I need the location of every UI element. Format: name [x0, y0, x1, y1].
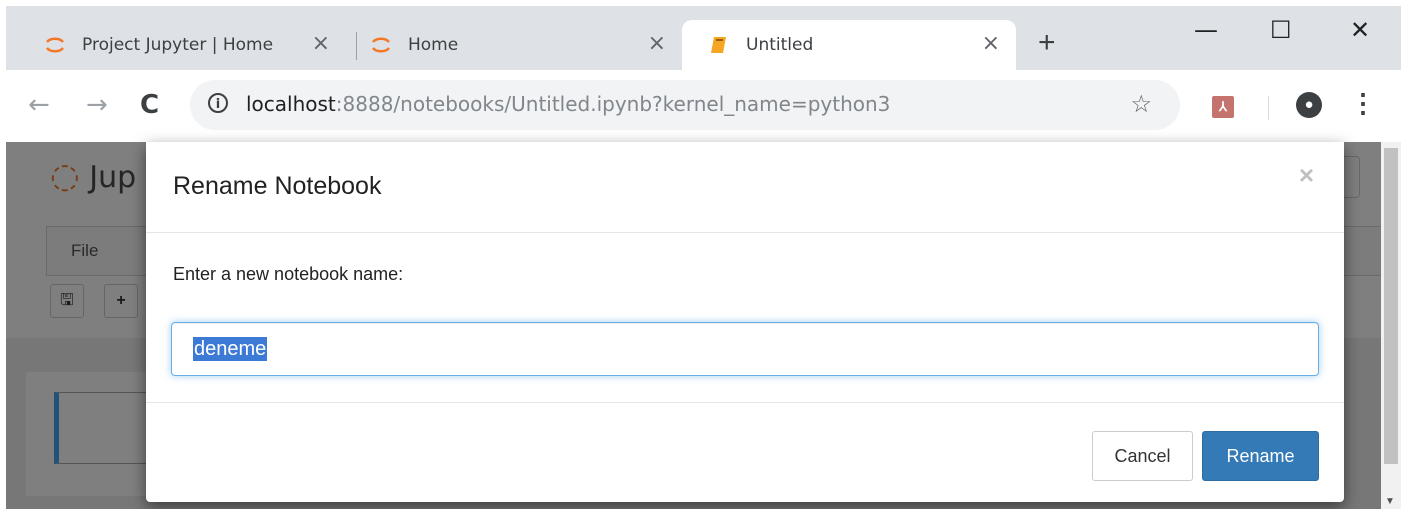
notebook-name-value: deneme	[193, 337, 268, 361]
address-bar[interactable]: i localhost:8888/notebooks/Untitled.ipyn…	[190, 80, 1180, 130]
info-icon[interactable]: i	[208, 93, 228, 113]
tab-label: Home	[408, 35, 459, 55]
reload-button[interactable]: C	[140, 90, 159, 120]
url-text[interactable]: localhost:8888/notebooks/Untitled.ipynb?…	[246, 92, 890, 116]
toolbar-divider	[1268, 96, 1269, 120]
browser-menu-icon[interactable]: ⋮	[1350, 90, 1376, 116]
cancel-button[interactable]: Cancel	[1092, 431, 1193, 481]
pdf-extension-icon[interactable]: ⅄	[1212, 96, 1234, 118]
dialog-title: Rename Notebook	[173, 172, 382, 200]
notebook-name-label: Enter a new notebook name:	[173, 264, 404, 284]
jupyter-logo-icon	[368, 32, 394, 58]
jupyter-logo-icon	[42, 32, 68, 58]
tab-untitled[interactable]: Untitled ×	[682, 20, 1016, 70]
browser-window: Project Jupyter | Home × Home × Untitled…	[6, 6, 1401, 509]
rename-notebook-dialog: Rename Notebook × Enter a new notebook n…	[146, 142, 1344, 502]
notebook-name-input[interactable]: deneme	[171, 322, 1319, 376]
rename-button[interactable]: Rename	[1202, 431, 1319, 481]
maximize-button[interactable]: ☐	[1270, 16, 1292, 44]
tab-project-jupyter-home[interactable]: Project Jupyter | Home ×	[26, 20, 346, 70]
scroll-down-arrow-icon[interactable]: ▼	[1385, 496, 1395, 507]
close-tab-icon[interactable]: ×	[982, 33, 1000, 55]
tab-label: Untitled	[746, 35, 814, 55]
tab-separator	[356, 32, 357, 60]
notebook-icon	[706, 32, 732, 58]
back-button[interactable]: ←	[28, 90, 50, 120]
forward-button[interactable]: →	[86, 90, 108, 120]
new-tab-button[interactable]: +	[1038, 28, 1056, 58]
close-tab-icon[interactable]: ×	[312, 33, 330, 55]
dialog-header: Rename Notebook ×	[146, 142, 1344, 233]
dialog-footer: Cancel Rename	[146, 402, 1344, 503]
bookmark-star-icon[interactable]: ☆	[1130, 90, 1152, 119]
tab-label: Project Jupyter | Home	[82, 35, 274, 55]
page-scrollbar[interactable]: ▼	[1381, 142, 1401, 509]
scrollbar-thumb[interactable]	[1384, 148, 1398, 464]
close-dialog-icon[interactable]: ×	[1299, 160, 1314, 191]
tab-home[interactable]: Home ×	[358, 20, 682, 70]
close-tab-icon[interactable]: ×	[648, 33, 666, 55]
account-icon[interactable]: ●	[1296, 92, 1322, 118]
page-content: ◌ Jup File 🖫 + : ▼ Rename Notebook × Ent…	[6, 142, 1401, 509]
browser-toolbar: ← → C i localhost:8888/notebooks/Untitle…	[6, 70, 1401, 142]
minimize-button[interactable]: —	[1194, 16, 1218, 44]
close-window-button[interactable]: ✕	[1350, 16, 1370, 44]
